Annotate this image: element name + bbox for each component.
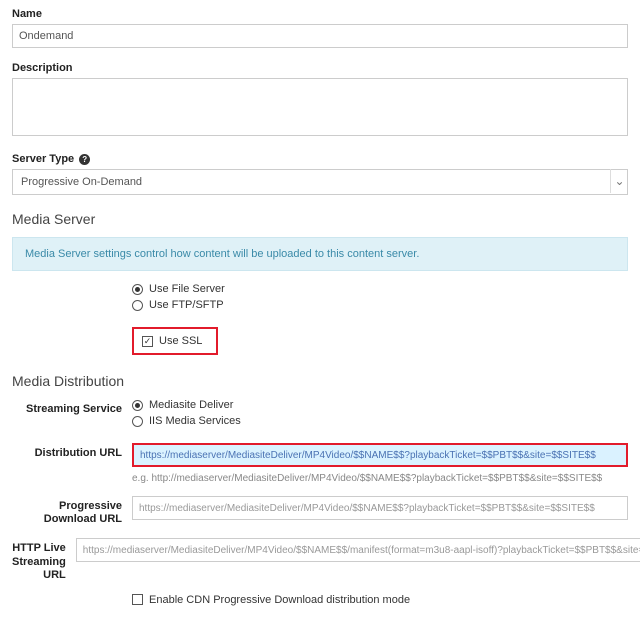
streaming-service-label: Streaming Service [12, 399, 132, 416]
file-server-label: Use File Server [149, 283, 225, 295]
progressive-url-input[interactable]: https://mediaserver/MediasiteDeliver/MP4… [132, 496, 628, 520]
deliver-radio[interactable] [132, 400, 143, 411]
use-ssl-highlight: ✓ Use SSL [132, 327, 218, 355]
ftp-radio[interactable] [132, 300, 143, 311]
hls-url-input[interactable]: https://mediaserver/MediasiteDeliver/MP4… [76, 538, 640, 562]
use-ssl-checkbox[interactable]: ✓ [142, 336, 153, 347]
description-textarea[interactable] [12, 78, 628, 136]
media-server-banner: Media Server settings control how conten… [12, 237, 628, 271]
server-type-label: Server Type ? [12, 153, 628, 165]
help-icon[interactable]: ? [79, 154, 90, 165]
name-input[interactable] [12, 24, 628, 48]
media-distribution-heading: Media Distribution [12, 373, 628, 389]
file-server-radio[interactable] [132, 284, 143, 295]
name-label: Name [12, 8, 628, 20]
use-ssl-label: Use SSL [159, 335, 202, 347]
iis-radio[interactable] [132, 416, 143, 427]
deliver-label: Mediasite Deliver [149, 399, 233, 411]
description-label: Description [12, 62, 628, 74]
distribution-url-label: Distribution URL [12, 443, 132, 460]
hls-url-label: HTTP Live Streaming URL [12, 538, 76, 582]
server-type-select[interactable]: Progressive On-Demand [12, 169, 628, 195]
server-type-value: Progressive On-Demand [21, 176, 142, 188]
distribution-url-example: e.g. http://mediaserver/MediasiteDeliver… [132, 473, 628, 484]
iis-label: IIS Media Services [149, 415, 241, 427]
distribution-url-input[interactable]: https://mediaserver/MediasiteDeliver/MP4… [132, 443, 628, 467]
progressive-url-label: Progressive Download URL [12, 496, 132, 526]
ftp-label: Use FTP/SFTP [149, 299, 224, 311]
media-server-heading: Media Server [12, 211, 628, 227]
